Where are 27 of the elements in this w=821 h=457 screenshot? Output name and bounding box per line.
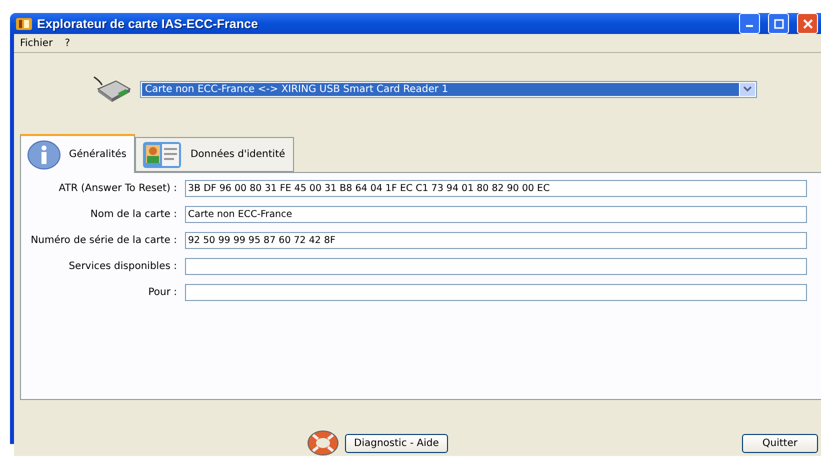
maximize-icon <box>774 18 784 28</box>
field-label: Numéro de série de la carte : <box>30 235 177 246</box>
close-icon <box>802 18 812 28</box>
menu-item[interactable]: ? <box>64 38 70 48</box>
close-button[interactable] <box>797 13 818 34</box>
input-field[interactable]: 3B DF 96 00 80 31 FE 45 00 31 B8 64 04 1F EC C1 73 94 01 80 82 90 00 EC <box>185 180 807 197</box>
field-label: Services disponibles : <box>68 261 177 272</box>
tab[interactable]: Données d'identité <box>135 137 294 172</box>
input-field[interactable]: 92 50 99 99 95 87 60 72 42 8F <box>185 232 807 249</box>
reader-dropdown[interactable]: Carte non ECC-France <-> XIRING USB Smart Card Reader 1 <box>140 80 757 98</box>
tab[interactable]: Généralités <box>20 134 136 173</box>
minimize-button[interactable] <box>739 13 760 34</box>
id-card-icon <box>142 140 182 168</box>
input-field[interactable]: Carte non ECC-France <box>185 206 807 223</box>
quit-button[interactable]: Quitter <box>742 434 818 452</box>
maximize-button[interactable] <box>768 13 789 34</box>
app-icon <box>16 16 32 30</box>
field-label: Pour : <box>147 287 177 298</box>
input-field[interactable] <box>185 258 807 275</box>
diagnostic-help-button[interactable]: Diagnostic - Aide <box>345 434 448 452</box>
caret-icon <box>743 86 752 92</box>
input-field[interactable] <box>185 284 807 301</box>
field-label: ATR (Answer To Reset) : <box>58 183 177 194</box>
menu-item[interactable]: Fichier <box>20 38 53 48</box>
info-icon <box>27 140 61 170</box>
window-title: Explorateur de carte IAS-ECC-France <box>37 16 259 30</box>
field-label: Nom de la carte : <box>89 209 177 220</box>
